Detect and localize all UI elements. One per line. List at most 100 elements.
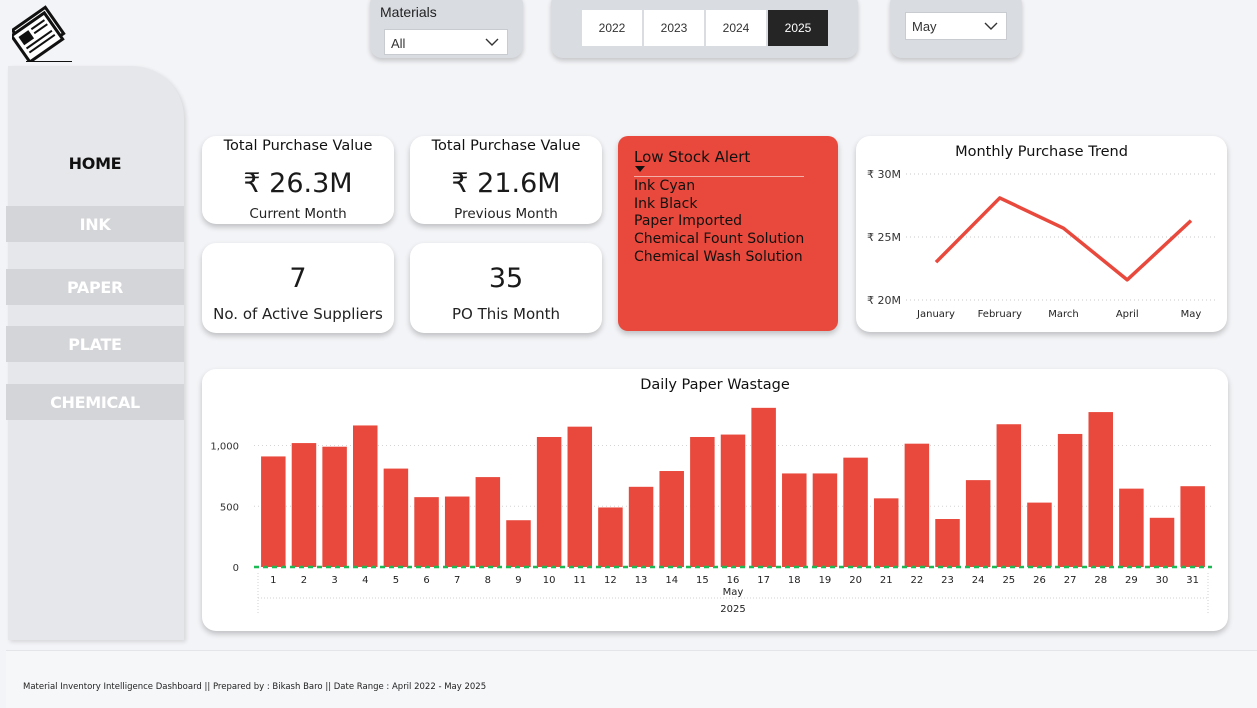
wastage-bar [445,497,470,567]
x-tick-label: 2 [301,575,307,586]
kpi-subtitle: Current Month [202,206,394,222]
x-tick-label: 14 [665,575,678,586]
y-tick-label: ₹ 20M [867,294,901,307]
wastage-bar [598,507,623,567]
x-tick-label: 3 [331,575,337,586]
wastage-bar [476,477,501,567]
month-value: May [912,19,937,34]
wastage-bar [261,456,286,567]
y-tick-label: 0 [233,563,239,574]
month-dropdown[interactable]: May [905,12,1007,40]
alert-item: Ink Cyan [634,178,695,194]
kpi-value: ₹ 26.3M [202,168,394,199]
nav-ink[interactable]: INK [6,206,184,242]
daily-wastage-card: Daily Paper Wastage 05001,00012345678910… [202,369,1228,631]
kpi-current-month-card: Total Purchase Value ₹ 26.3M Current Mon… [202,136,394,224]
wastage-bar [322,447,347,567]
x-group-label-month: May [723,587,744,598]
wastage-bar [751,408,776,567]
x-tick-label: February [978,309,1022,320]
nav-home[interactable]: HOME [6,145,184,181]
wastage-bar [1119,489,1144,567]
x-tick-label: 25 [1002,575,1015,586]
x-tick-label: 21 [880,575,893,586]
wastage-bar [659,471,684,567]
kpi-title: Total Purchase Value [410,138,602,154]
kpi-subtitle: PO This Month [410,305,602,323]
y-tick-label: ₹ 30M [867,168,901,181]
x-tick-label: 18 [788,575,801,586]
x-tick-label: April [1116,309,1139,320]
alert-divider [634,176,804,177]
y-tick-label: 1,000 [210,442,239,453]
wastage-bar [997,424,1022,567]
x-tick-label: 9 [515,575,521,586]
wastage-bar [629,487,654,567]
wastage-bar [506,520,531,567]
wastage-bar [905,444,930,567]
low-stock-alert-card: Low Stock Alert Ink Cyan Ink Black Paper… [618,136,838,331]
kpi-value: 35 [410,263,602,294]
materials-dropdown[interactable]: All [384,29,508,55]
y-tick-label: 500 [220,502,239,513]
nav-paper[interactable]: PAPER [6,269,184,305]
year-slicer: 2022 2023 2024 2025 [551,0,858,58]
wastage-bar [292,443,317,567]
wastage-bar [813,473,838,567]
x-tick-label: 10 [543,575,556,586]
x-tick-label: 31 [1186,575,1199,586]
x-tick-label: 12 [604,575,617,586]
x-tick-label: 30 [1156,575,1169,586]
wastage-bar [384,469,409,567]
newspaper-logo-icon [12,4,72,62]
wastage-bar [1027,503,1052,567]
daily-wastage-chart: 05001,0001234567891011121314151617181920… [202,369,1228,631]
kpi-subtitle: No. of Active Suppliers [202,305,394,323]
year-2024-button[interactable]: 2024 [706,10,766,46]
wastage-bar [782,473,807,567]
wastage-bar [1088,412,1113,567]
x-tick-label: 15 [696,575,709,586]
x-tick-label: 7 [454,575,460,586]
kpi-active-suppliers-card: 7 No. of Active Suppliers [202,243,394,333]
x-tick-label: 28 [1094,575,1107,586]
monthly-trend-chart: ₹ 20M₹ 25M₹ 30MJanuaryFebruaryMarchApril… [856,136,1227,332]
x-tick-label: 5 [393,575,399,586]
alert-title: Low Stock Alert [634,148,750,166]
kpi-value: 7 [202,263,394,294]
x-tick-label: 6 [423,575,429,586]
y-tick-label: ₹ 25M [867,231,901,244]
wastage-bar [843,458,868,567]
year-2025-button[interactable]: 2025 [768,10,828,46]
wastage-bar [414,497,439,567]
x-tick-label: 20 [849,575,862,586]
kpi-previous-month-card: Total Purchase Value ₹ 21.6M Previous Mo… [410,136,602,224]
chevron-down-icon [984,22,998,30]
kpi-title: Total Purchase Value [202,138,394,154]
nav-plate[interactable]: PLATE [6,326,184,362]
x-tick-label: 29 [1125,575,1138,586]
x-tick-label: 23 [941,575,954,586]
alert-item: Paper Imported [634,213,742,229]
alert-item: Chemical Fount Solution [634,231,804,247]
wastage-bar [353,425,378,567]
footer-bar [6,650,1257,708]
wastage-bar [966,480,991,567]
alert-item: Ink Black [634,196,697,212]
year-2023-button[interactable]: 2023 [644,10,704,46]
x-tick-label: 11 [573,575,586,586]
kpi-subtitle: Previous Month [410,206,602,222]
materials-value: All [391,36,405,51]
x-tick-label: 19 [819,575,832,586]
x-tick-label: May [1181,309,1202,320]
monthly-trend-card: Monthly Purchase Trend ₹ 20M₹ 25M₹ 30MJa… [856,136,1227,332]
wastage-bar [1150,518,1175,567]
x-tick-label: 16 [727,575,740,586]
wastage-bar [690,437,715,567]
x-tick-label: 13 [635,575,648,586]
nav-chemical[interactable]: CHEMICAL [6,384,184,420]
x-tick-label: 4 [362,575,368,586]
wastage-bar [568,427,593,567]
wastage-bar [1180,486,1205,567]
year-2022-button[interactable]: 2022 [582,10,642,46]
